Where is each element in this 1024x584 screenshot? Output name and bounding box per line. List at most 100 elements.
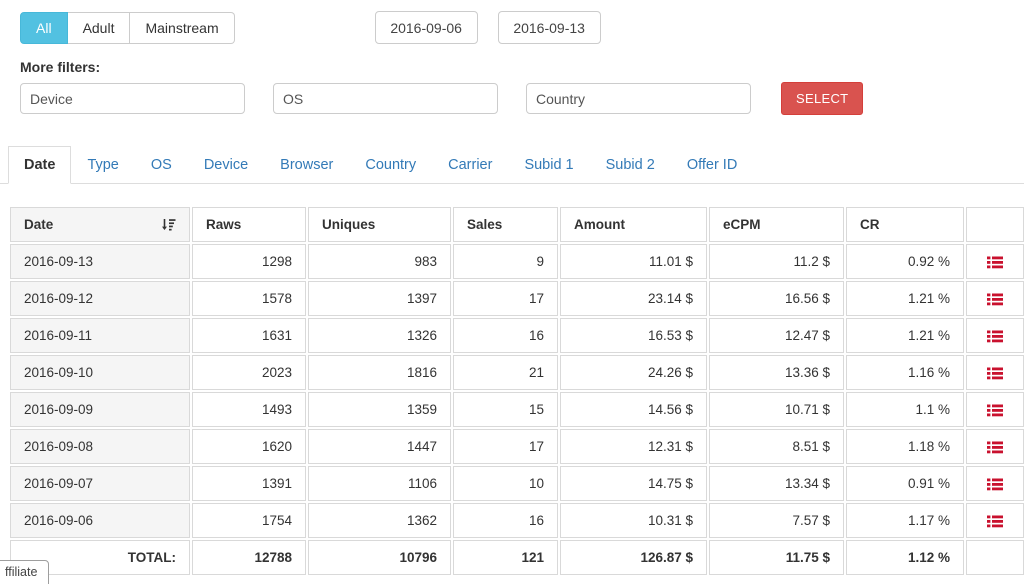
- table-row: 2016-09-09149313591514.56 $10.71 $1.1 %: [10, 392, 1024, 427]
- row-value-cell: 16: [453, 503, 558, 538]
- row-value-cell: 1493: [192, 392, 306, 427]
- device-filter-input[interactable]: [20, 83, 245, 114]
- row-value-cell: 1362: [308, 503, 451, 538]
- total-value-cell: 11.75 $: [709, 540, 844, 575]
- tab-type[interactable]: Type: [71, 146, 134, 184]
- column-header-sales[interactable]: Sales: [453, 207, 558, 242]
- row-value-cell: 2023: [192, 355, 306, 390]
- tab-subid-1[interactable]: Subid 1: [508, 146, 589, 184]
- row-value-cell: 23.14 $: [560, 281, 707, 316]
- row-value-cell: 10.71 $: [709, 392, 844, 427]
- row-value-cell: 1298: [192, 244, 306, 279]
- sort-descending-icon[interactable]: [161, 218, 176, 232]
- row-value-cell: 1620: [192, 429, 306, 464]
- row-value-cell: 1397: [308, 281, 451, 316]
- row-value-cell: 0.91 %: [846, 466, 964, 501]
- column-header-raws[interactable]: Raws: [192, 207, 306, 242]
- column-header-actions: [966, 207, 1024, 242]
- column-header-cr[interactable]: CR: [846, 207, 964, 242]
- row-value-cell: 24.26 $: [560, 355, 707, 390]
- details-list-icon[interactable]: [987, 476, 1003, 491]
- row-value-cell: 16.53 $: [560, 318, 707, 353]
- details-list-icon[interactable]: [987, 365, 1003, 380]
- tab-device[interactable]: Device: [188, 146, 264, 184]
- row-details-button[interactable]: [966, 355, 1024, 390]
- country-filter-input[interactable]: [526, 83, 751, 114]
- tab-date[interactable]: Date: [8, 146, 71, 184]
- details-list-icon[interactable]: [987, 328, 1003, 343]
- table-row: 2016-09-11163113261616.53 $12.47 $1.21 %: [10, 318, 1024, 353]
- row-details-button[interactable]: [966, 503, 1024, 538]
- row-value-cell: 10.31 $: [560, 503, 707, 538]
- row-date-cell: 2016-09-13: [10, 244, 190, 279]
- row-value-cell: 15: [453, 392, 558, 427]
- row-details-button[interactable]: [966, 281, 1024, 316]
- table-row: 2016-09-07139111061014.75 $13.34 $0.91 %: [10, 466, 1024, 501]
- total-actions-cell: [966, 540, 1024, 575]
- row-value-cell: 9: [453, 244, 558, 279]
- row-value-cell: 983: [308, 244, 451, 279]
- details-list-icon[interactable]: [987, 402, 1003, 417]
- date-to-input[interactable]: [498, 11, 601, 44]
- row-value-cell: 10: [453, 466, 558, 501]
- row-value-cell: 1.17 %: [846, 503, 964, 538]
- table-row: 2016-09-08162014471712.31 $8.51 $1.18 %: [10, 429, 1024, 464]
- segment-button-mainstream[interactable]: Mainstream: [130, 12, 234, 44]
- column-header-ecpm[interactable]: eCPM: [709, 207, 844, 242]
- tab-browser[interactable]: Browser: [264, 146, 349, 184]
- total-value-cell: 12788: [192, 540, 306, 575]
- row-date-cell: 2016-09-08: [10, 429, 190, 464]
- row-value-cell: 17: [453, 429, 558, 464]
- row-value-cell: 1631: [192, 318, 306, 353]
- tab-carrier[interactable]: Carrier: [432, 146, 508, 184]
- row-value-cell: 1391: [192, 466, 306, 501]
- row-value-cell: 1.16 %: [846, 355, 964, 390]
- os-filter-input[interactable]: [273, 83, 498, 114]
- row-value-cell: 0.92 %: [846, 244, 964, 279]
- row-value-cell: 1.18 %: [846, 429, 964, 464]
- details-list-icon[interactable]: [987, 291, 1003, 306]
- category-segment-group: AllAdultMainstream: [20, 12, 235, 44]
- select-button[interactable]: SELECT: [781, 82, 863, 115]
- row-value-cell: 1.21 %: [846, 318, 964, 353]
- browser-status-tooltip: ffiliate: [0, 560, 49, 584]
- row-details-button[interactable]: [966, 429, 1024, 464]
- column-header-amount[interactable]: Amount: [560, 207, 707, 242]
- column-header-date[interactable]: Date: [10, 207, 190, 242]
- row-value-cell: 11.01 $: [560, 244, 707, 279]
- column-header-uniques[interactable]: Uniques: [308, 207, 451, 242]
- total-value-cell: 121: [453, 540, 558, 575]
- row-value-cell: 16.56 $: [709, 281, 844, 316]
- tab-offer-id[interactable]: Offer ID: [671, 146, 754, 184]
- row-value-cell: 1.21 %: [846, 281, 964, 316]
- table-total-row: TOTAL:1278810796121126.87 $11.75 $1.12 %: [10, 540, 1024, 575]
- details-list-icon[interactable]: [987, 439, 1003, 454]
- segment-button-all[interactable]: All: [20, 12, 68, 44]
- row-details-button[interactable]: [966, 318, 1024, 353]
- row-value-cell: 12.47 $: [709, 318, 844, 353]
- row-details-button[interactable]: [966, 392, 1024, 427]
- row-date-cell: 2016-09-07: [10, 466, 190, 501]
- row-value-cell: 1326: [308, 318, 451, 353]
- tab-os[interactable]: OS: [135, 146, 188, 184]
- total-value-cell: 10796: [308, 540, 451, 575]
- row-value-cell: 1447: [308, 429, 451, 464]
- row-date-cell: 2016-09-12: [10, 281, 190, 316]
- total-value-cell: 1.12 %: [846, 540, 964, 575]
- table-row: 2016-09-12157813971723.14 $16.56 $1.21 %: [10, 281, 1024, 316]
- tab-country[interactable]: Country: [349, 146, 432, 184]
- table-row: 2016-09-131298983911.01 $11.2 $0.92 %: [10, 244, 1024, 279]
- details-list-icon[interactable]: [987, 513, 1003, 528]
- row-value-cell: 1.1 %: [846, 392, 964, 427]
- details-list-icon[interactable]: [987, 254, 1003, 269]
- table-row: 2016-09-06175413621610.31 $7.57 $1.17 %: [10, 503, 1024, 538]
- segment-button-adult[interactable]: Adult: [68, 12, 131, 44]
- tab-subid-2[interactable]: Subid 2: [590, 146, 671, 184]
- row-details-button[interactable]: [966, 244, 1024, 279]
- filter-row: SELECT: [20, 82, 1024, 115]
- row-date-cell: 2016-09-11: [10, 318, 190, 353]
- row-value-cell: 16: [453, 318, 558, 353]
- table-row: 2016-09-10202318162124.26 $13.36 $1.16 %: [10, 355, 1024, 390]
- row-details-button[interactable]: [966, 466, 1024, 501]
- date-from-input[interactable]: [375, 11, 478, 44]
